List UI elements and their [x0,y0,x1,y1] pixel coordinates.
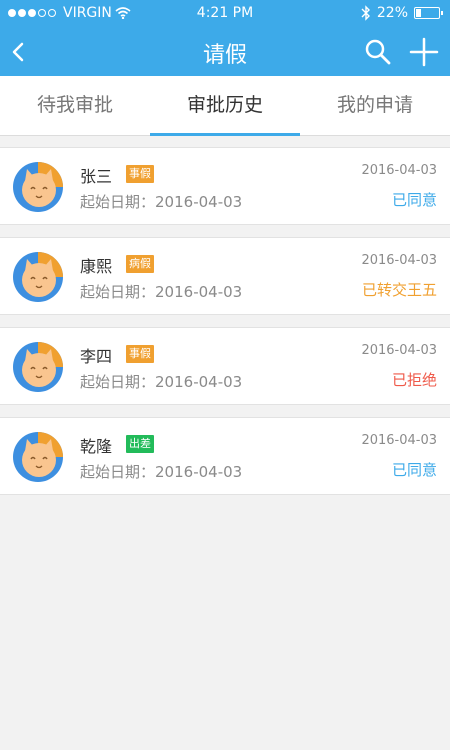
list-item[interactable]: 张三 事假 起始日期：2016-04-03 2016-04-03 已同意 [0,147,450,225]
start-date-label: 起始日期： [80,283,156,301]
applicant-name: 康熙 [80,257,113,276]
list-item[interactable]: 康熙 病假 起始日期：2016-04-03 2016-04-03 已转交王五 [0,237,450,315]
start-date-value: 2016-04-03 [155,463,243,481]
start-date-text: 起始日期：2016-04-03 [80,281,242,302]
status-label: 已同意 [391,191,437,209]
leave-type-badge: 事假 [126,165,154,183]
tab-pending-approval[interactable]: 待我审批 [0,76,150,135]
record-date: 2016-04-03 [361,253,437,268]
start-date-text: 起始日期：2016-04-03 [80,191,242,212]
status-bar: VIRGIN 4:21 PM 22% [0,0,450,28]
tab-my-applications[interactable]: 我的申请 [300,76,450,135]
avatar [13,432,63,482]
list-item[interactable]: 乾隆 出差 起始日期：2016-04-03 2016-04-03 已同意 [0,417,450,495]
bluetooth-icon [361,5,370,21]
nav-bar: 请假 [0,28,450,76]
applicant-name: 乾隆 [80,437,113,456]
start-date-value: 2016-04-03 [155,193,243,211]
start-date-text: 起始日期：2016-04-03 [80,371,242,392]
search-icon[interactable] [362,36,394,68]
start-date-value: 2016-04-03 [155,373,243,391]
record-date: 2016-04-03 [361,433,437,448]
battery-icon [414,7,443,19]
record-date: 2016-04-03 [361,163,437,178]
applicant-name: 张三 [80,167,113,186]
start-date-label: 起始日期： [80,463,156,481]
avatar [13,342,63,392]
start-date-label: 起始日期： [80,373,156,391]
list-item[interactable]: 李四 事假 起始日期：2016-04-03 2016-04-03 已拒绝 [0,327,450,405]
leave-type-badge: 出差 [126,435,154,453]
avatar [13,162,63,212]
battery-percent: 22% [376,5,408,21]
start-date-value: 2016-04-03 [155,283,243,301]
leave-type-badge: 病假 [126,255,154,273]
tab-approval-history[interactable]: 审批历史 [150,76,300,136]
leave-record-list: 张三 事假 起始日期：2016-04-03 2016-04-03 已同意 康熙 … [0,147,450,507]
leave-type-badge: 事假 [126,345,154,363]
tab-bar: 待我审批 审批历史 我的申请 [0,76,450,136]
avatar [13,252,63,302]
applicant-name: 李四 [80,347,113,366]
add-icon[interactable] [406,34,442,70]
start-date-label: 起始日期： [80,193,156,211]
start-date-text: 起始日期：2016-04-03 [80,461,242,482]
status-label: 已拒绝 [391,371,437,389]
status-label: 已转交王五 [361,281,437,299]
status-label: 已同意 [391,461,437,479]
record-date: 2016-04-03 [361,343,437,358]
